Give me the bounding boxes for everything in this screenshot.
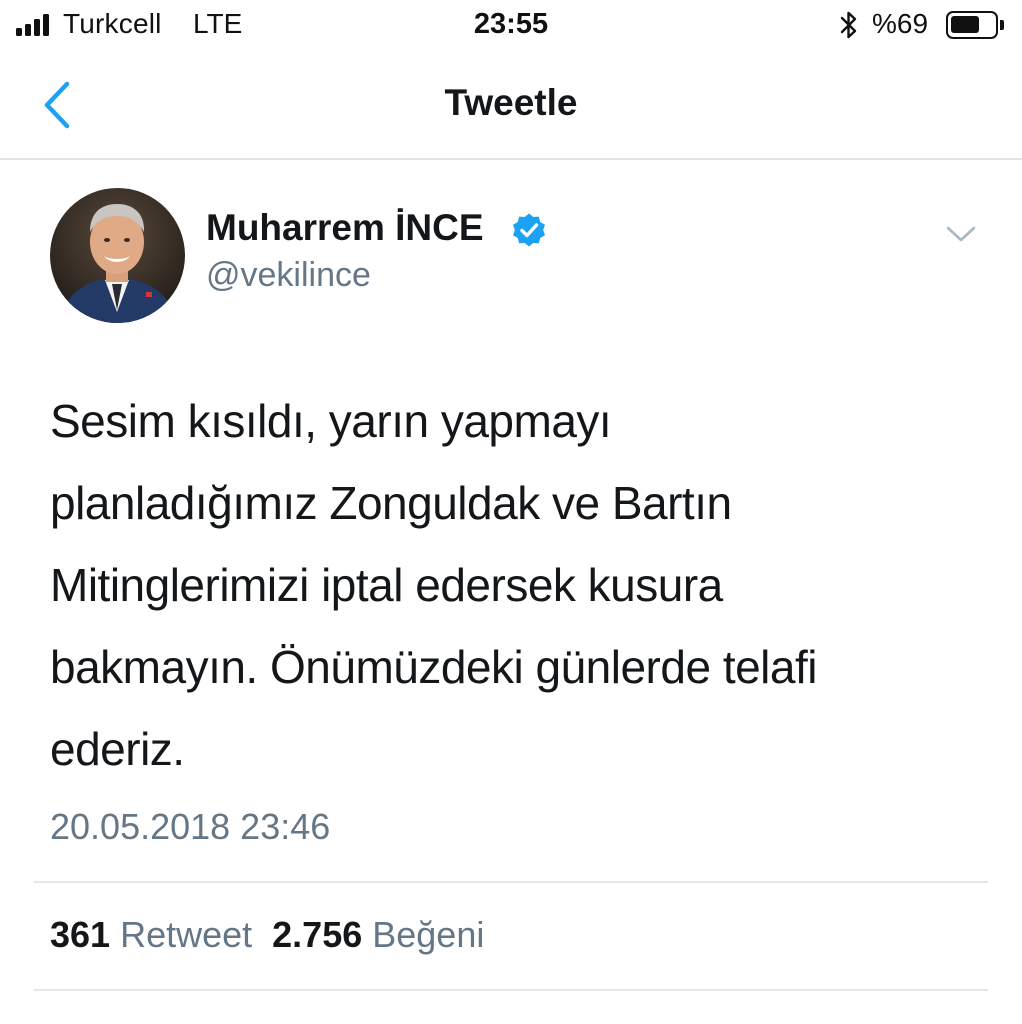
likes-stat[interactable]: 2.756 Beğeni <box>272 914 484 955</box>
tweet-text: Sesim kısıldı, yarın yapmayı planladığım… <box>50 380 980 790</box>
battery-level-fill <box>951 16 979 33</box>
tweet-stats: 361 Retweet 2.756 Beğeni <box>50 914 484 956</box>
avatar[interactable] <box>50 188 185 323</box>
chevron-down-icon[interactable] <box>945 222 977 246</box>
retweet-count: 361 <box>50 914 111 955</box>
divider <box>34 881 988 883</box>
tweet-text-line: Sesim kısıldı, yarın yapmayı <box>50 395 612 447</box>
navigation-bar: Tweetle <box>0 52 1022 160</box>
battery-icon <box>946 11 998 39</box>
tweet-text-line: bakmayın. Önümüzdeki günlerde telafi <box>50 641 818 693</box>
battery-cap <box>1000 20 1004 30</box>
status-bar: Turkcell LTE 23:55 %69 <box>0 0 1022 52</box>
retweets-stat[interactable]: 361 Retweet <box>50 914 252 955</box>
tweet-text-line: Mitinglerimizi iptal edersek kusura <box>50 559 723 611</box>
tweet-detail-screen: Turkcell LTE 23:55 %69 Tweetle Muharrem … <box>0 0 1022 1024</box>
author-handle[interactable]: @vekilince <box>206 256 371 295</box>
bluetooth-icon <box>840 11 857 39</box>
verified-badge-icon <box>513 213 545 247</box>
profile-photo <box>50 188 185 323</box>
divider <box>34 989 988 991</box>
status-time: 23:55 <box>473 8 549 40</box>
tweet-text-line: planladığımız Zonguldak ve Bartın <box>50 477 732 529</box>
author-name[interactable]: Muharrem İNCE <box>206 207 484 249</box>
like-count: 2.756 <box>272 914 363 955</box>
page-title: Tweetle <box>444 82 578 123</box>
retweet-label: Retweet <box>120 914 253 955</box>
tweet-timestamp: 20.05.2018 23:46 <box>50 806 331 847</box>
tweet-text-line: ederiz. <box>50 723 185 775</box>
battery-percentage: %69 <box>872 8 929 39</box>
like-label: Beğeni <box>372 914 485 955</box>
